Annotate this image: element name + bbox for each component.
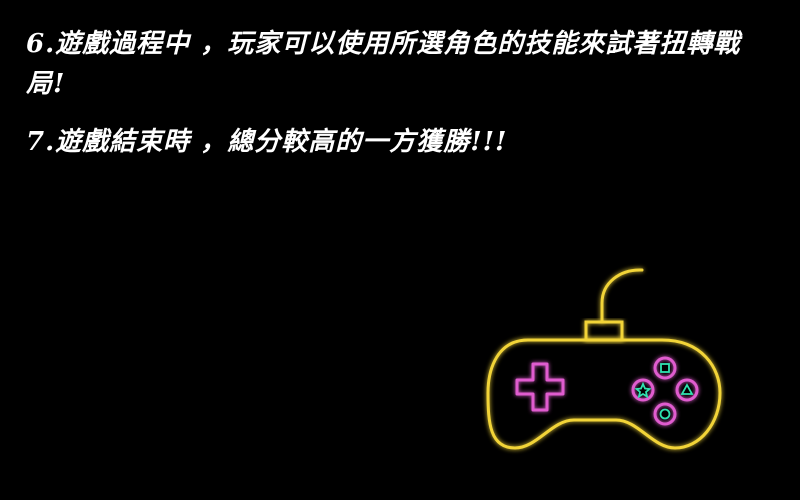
connector — [584, 320, 624, 342]
rule-7: 7.遊戲結束時 ，總分較高的一方獲勝!!! — [26, 127, 508, 157]
button-right — [675, 378, 699, 402]
star-symbol-icon — [634, 381, 652, 399]
rule-6: 6.遊戲過程中 ，玩家可以使用所選角色的技能來試著扭轉戰局! — [26, 29, 741, 99]
dpad-icon — [515, 362, 565, 412]
button-top — [653, 356, 677, 380]
square-symbol-icon — [660, 363, 670, 373]
cable — [600, 268, 644, 324]
button-bottom — [653, 402, 677, 426]
slide: 6.遊戲過程中 ，玩家可以使用所選角色的技能來試著扭轉戰局! 7.遊戲結束時 ，… — [0, 0, 800, 500]
triangle-symbol-icon — [680, 383, 694, 395]
circle-symbol-icon — [659, 408, 671, 420]
rules-text: 6.遊戲過程中 ，玩家可以使用所選角色的技能來試著扭轉戰局! 7.遊戲結束時 ，… — [26, 24, 746, 162]
gamepad-icon — [486, 268, 722, 450]
